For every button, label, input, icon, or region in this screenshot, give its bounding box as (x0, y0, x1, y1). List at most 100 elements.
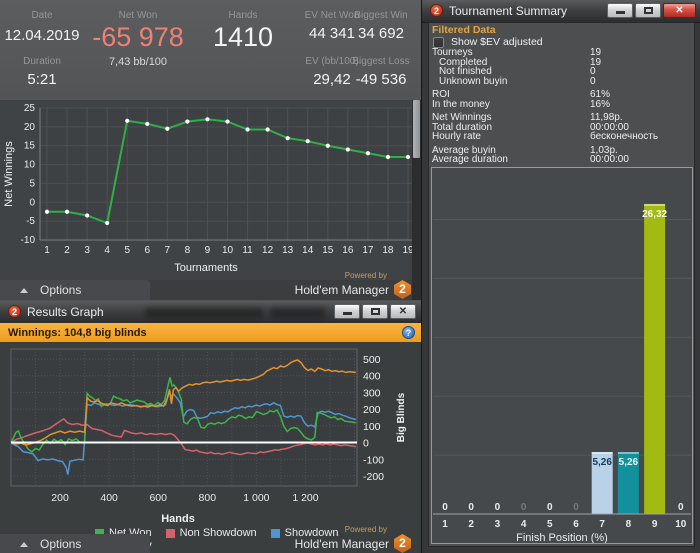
svg-text:0: 0 (442, 502, 448, 513)
winnings-value: 104,8 big blinds (64, 327, 147, 339)
svg-text:13: 13 (282, 245, 294, 256)
svg-text:9: 9 (205, 245, 211, 256)
svg-text:200: 200 (51, 492, 69, 504)
close-icon: ✕ (675, 5, 684, 16)
redacted-text-blur (270, 308, 325, 319)
svg-text:-100: -100 (363, 454, 384, 466)
svg-text:7: 7 (165, 245, 171, 256)
hm2-logo-icon: 2 (430, 4, 443, 17)
svg-text:0: 0 (547, 502, 553, 513)
stat-net-won-label: Net Won (118, 10, 158, 21)
svg-text:300: 300 (363, 387, 381, 399)
summary-window-title: Tournament Summary (449, 4, 568, 18)
svg-text:2: 2 (468, 519, 474, 530)
svg-text:0: 0 (363, 438, 369, 450)
svg-text:5,26: 5,26 (592, 457, 612, 468)
maximize-icon (371, 308, 380, 315)
svg-text:200: 200 (363, 404, 381, 416)
powered-by-text: Powered by (344, 525, 387, 534)
svg-text:0: 0 (521, 502, 527, 513)
holdem-manager-logo-icon: 2 (394, 280, 411, 299)
svg-text:1 000: 1 000 (243, 492, 269, 504)
options-button-top[interactable]: Options (0, 280, 150, 300)
scrollbar-thumb[interactable] (413, 100, 420, 158)
svg-text:Net Winnings: Net Winnings (3, 141, 15, 207)
options-button-label: Options (40, 537, 82, 551)
brand-name: Hold'em Manager (294, 536, 389, 551)
help-icon[interactable]: ? (402, 326, 415, 339)
summary-row-value: 0 (590, 75, 596, 87)
svg-text:5: 5 (547, 519, 553, 530)
legend-swatch-icon (165, 528, 175, 538)
svg-text:26,32: 26,32 (642, 209, 667, 220)
vertical-scrollbar[interactable] (412, 100, 421, 300)
stat-duration: Duration 5:21 (0, 56, 84, 88)
legend-swatch-icon (270, 528, 280, 538)
legend-label: Non Showdown (179, 527, 257, 539)
minimize-button[interactable] (334, 304, 360, 319)
stat-biggest-loss: Biggest Loss -49 536 (344, 56, 418, 88)
summary-window-titlebar[interactable]: 2 Tournament Summary ✕ (422, 0, 700, 23)
holdem-manager-logo-icon: 2 (394, 534, 411, 553)
results-window-titlebar[interactable]: 2 Results Graph ✕ (0, 301, 421, 324)
minimize-button[interactable] (607, 3, 633, 18)
svg-text:2: 2 (64, 245, 70, 256)
close-icon: ✕ (398, 306, 408, 317)
summary-row-label: Average duration (432, 154, 508, 165)
maximize-button[interactable] (635, 3, 661, 18)
brand-name: Hold'em Manager (294, 282, 389, 297)
svg-text:3: 3 (84, 245, 90, 256)
summary-row-value: бесконечность (590, 131, 659, 142)
svg-text:8: 8 (185, 245, 191, 256)
summary-row: Average duration 00:00:00 (432, 155, 672, 165)
stat-biggest-win-value: 34 692 (358, 25, 404, 42)
svg-text:5,26: 5,26 (619, 457, 639, 468)
svg-text:1: 1 (442, 519, 448, 530)
svg-text:10: 10 (222, 245, 234, 256)
sev-adjusted-checkbox[interactable] (433, 36, 444, 48)
close-button[interactable]: ✕ (663, 3, 696, 18)
svg-text:5: 5 (29, 178, 35, 189)
svg-text:7: 7 (599, 519, 605, 530)
results-graph-window: 2 Results Graph ✕ Winnings: 104,8 big bl… (0, 300, 421, 553)
svg-text:17: 17 (362, 245, 374, 256)
options-button-bottom[interactable]: Options (0, 534, 150, 553)
stat-date-value: 12.04.2019 (4, 27, 80, 44)
svg-text:10: 10 (24, 160, 36, 171)
minimize-icon (343, 312, 352, 315)
summary-row-value: 00:00:00 (590, 154, 629, 165)
stat-biggest-loss-value: -49 536 (355, 71, 407, 88)
svg-text:15: 15 (24, 141, 36, 152)
maximize-button[interactable] (362, 304, 388, 319)
winnings-banner: Winnings: 104,8 big blinds ? (0, 323, 421, 342)
stat-hands-value: 1410 (212, 22, 274, 52)
summary-row-label: Hourly rate (432, 131, 481, 142)
winnings-label: Winnings: (8, 327, 62, 339)
results-graph-chart: 500 400 300 200 100 0 -100 -200 200 400 600 800 1 00… (10, 348, 407, 525)
svg-text:100: 100 (363, 421, 381, 433)
net-winnings-chart: -10-505101520251 2 3 4 5 6 7 8 9 10 11 12 13 14 15 16 17… (3, 103, 414, 274)
svg-text:4: 4 (521, 519, 527, 530)
svg-text:1 200: 1 200 (292, 492, 318, 504)
stat-hands-label: Hands (228, 10, 258, 21)
svg-text:8: 8 (626, 519, 632, 530)
summary-row-label: Unknown buyin (439, 75, 508, 87)
svg-text:15: 15 (322, 245, 334, 256)
svg-text:-10: -10 (21, 235, 36, 246)
close-button[interactable]: ✕ (390, 304, 416, 319)
stat-net-won: Net Won -65 978 7,43 bb/100 (92, 10, 184, 68)
svg-text:600: 600 (149, 492, 167, 504)
svg-text:3: 3 (495, 519, 501, 530)
svg-text:-5: -5 (26, 216, 35, 227)
svg-text:0: 0 (468, 502, 474, 513)
svg-text:0: 0 (573, 502, 579, 513)
svg-text:25: 25 (24, 103, 36, 114)
svg-text:20: 20 (24, 122, 36, 133)
summary-row-value: 16% (590, 98, 611, 110)
svg-text:6: 6 (144, 245, 150, 256)
summary-row-label: In the money (432, 98, 490, 110)
svg-text:0: 0 (678, 502, 684, 513)
svg-text:0: 0 (495, 502, 501, 513)
svg-text:-200: -200 (363, 471, 384, 483)
svg-text:1: 1 (44, 245, 50, 256)
